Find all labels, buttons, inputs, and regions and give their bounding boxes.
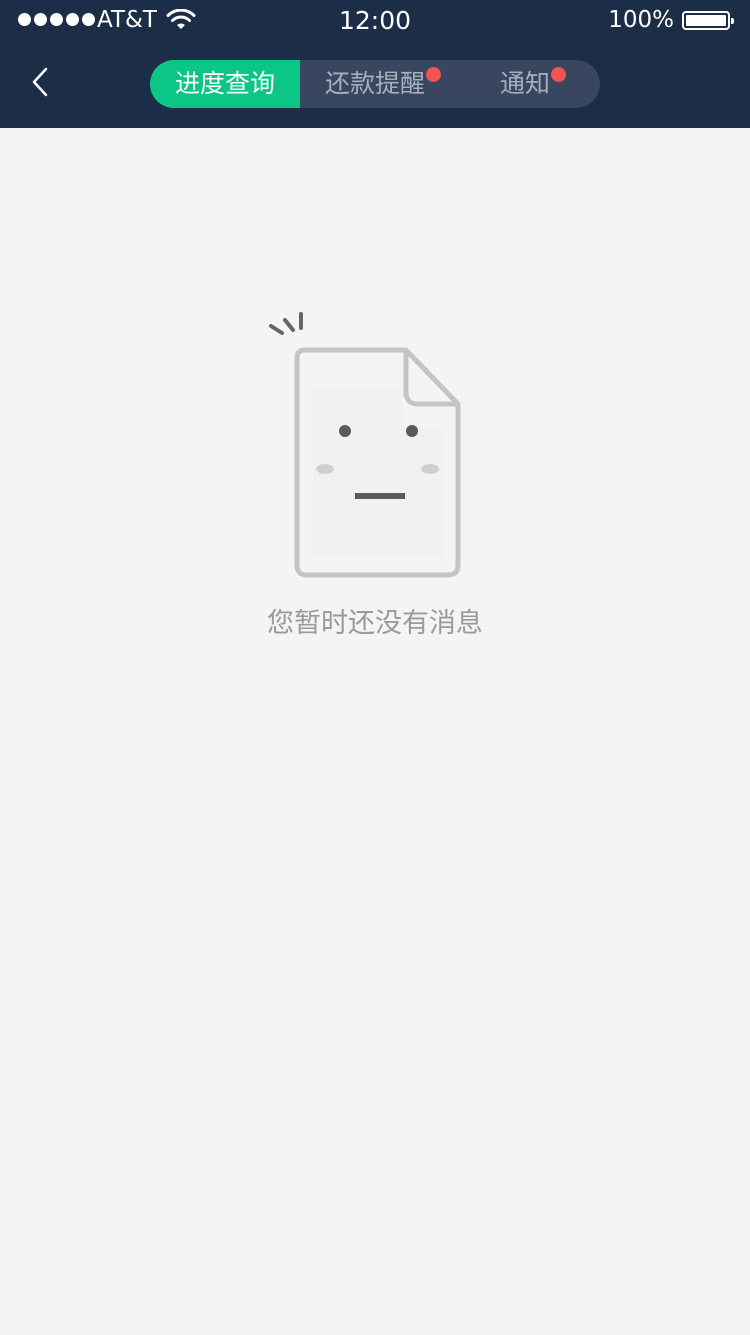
tab-notifications[interactable]: 通知 [450, 60, 600, 108]
tab-switcher: 进度查询 还款提醒 通知 [150, 60, 600, 108]
tab-label: 通知 [499, 69, 550, 98]
unread-badge [551, 67, 566, 82]
tab-label: 还款提醒 [324, 69, 425, 98]
battery-percent: 100% [608, 7, 674, 33]
back-chevron-icon[interactable] [22, 58, 62, 108]
header: AT&T 12:00 100% 进度查询 还款提醒 通知 [0, 0, 750, 128]
tab-label: 进度查询 [174, 69, 275, 98]
battery-icon [682, 11, 734, 30]
status-bar: AT&T 12:00 100% [0, 0, 750, 40]
unread-badge [426, 67, 441, 82]
empty-message: 您暂时还没有消息 [267, 608, 483, 639]
empty-document-icon [269, 312, 461, 578]
tab-progress-query[interactable]: 进度查询 [150, 60, 300, 108]
tab-repayment-reminder[interactable]: 还款提醒 [300, 60, 450, 108]
